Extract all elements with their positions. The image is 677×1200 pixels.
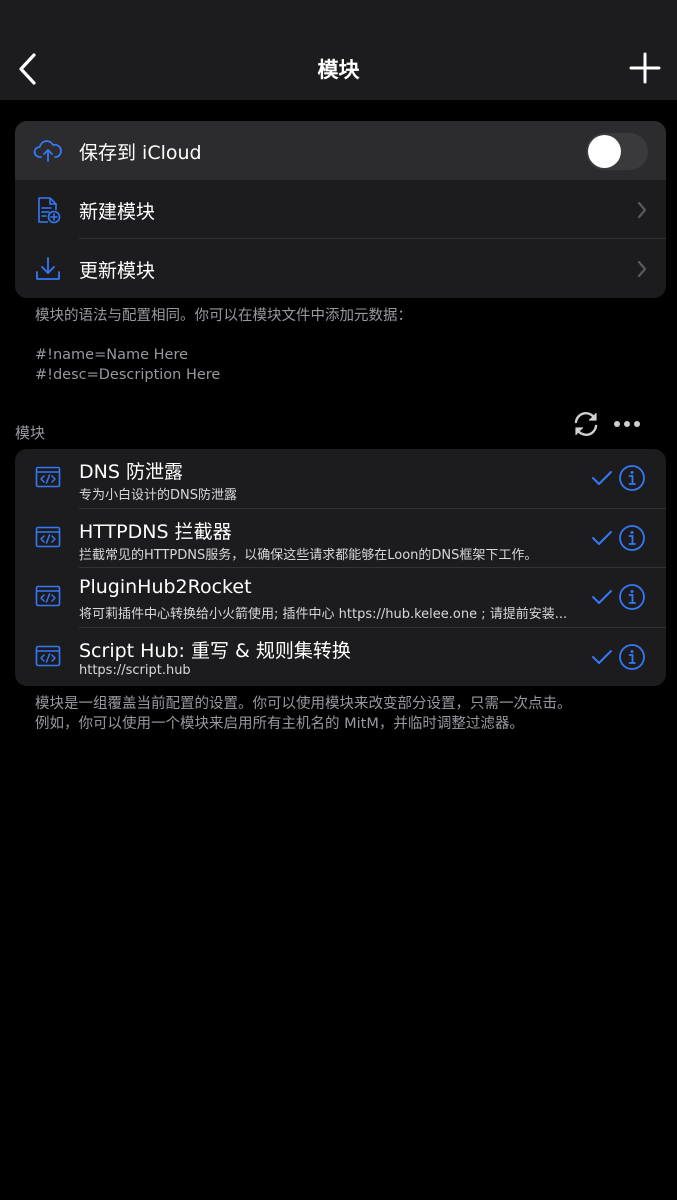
update-module-label: 更新模块 [79,260,156,282]
module-title: PluginHub2Rocket [79,576,252,598]
new-module-row[interactable]: 新建模块 [15,180,666,239]
module-subtitle: 专为小白设计的DNS防泄露 [79,488,237,503]
info-icon[interactable] [618,464,646,492]
icloud-row: 保存到 iCloud [15,121,666,180]
new-document-icon [33,195,63,225]
checkmark-icon [591,648,613,666]
module-title: DNS 防泄露 [79,461,183,483]
module-subtitle: https://script.hub [79,662,191,678]
module-row[interactable]: DNS 防泄露 专为小白设计的DNS防泄露 [15,449,666,509]
modules-list: DNS 防泄露 专为小白设计的DNS防泄露 HTTPDNS 拦截器 拦截常见的H… [15,449,666,686]
module-subtitle: 将可莉插件中心转换给小火箭使用; 插件中心 https://hub.kelee.… [79,607,568,622]
download-icon [33,254,63,284]
code-file-icon [35,526,61,548]
navigation-bar: 模块 [0,0,677,100]
code-file-icon [35,466,61,488]
settings-group: 保存到 iCloud 新建模块 更新模块 [15,121,666,298]
update-module-row[interactable]: 更新模块 [15,239,666,298]
more-icon[interactable] [612,414,642,434]
info-icon[interactable] [618,583,646,611]
new-module-label: 新建模块 [79,201,156,223]
module-row[interactable]: HTTPDNS 拦截器 拦截常见的HTTPDNS服务，以确保这些请求都能够在Lo… [15,509,666,568]
modules-section-header: 模块 [15,424,46,442]
chevron-right-icon [636,200,648,220]
info-icon[interactable] [618,643,646,671]
module-row[interactable]: PluginHub2Rocket 将可莉插件中心转换给小火箭使用; 插件中心 h… [15,568,666,628]
refresh-icon[interactable] [571,410,601,438]
checkmark-icon [591,588,613,606]
module-title: HTTPDNS 拦截器 [79,520,232,543]
checkmark-icon [591,469,613,487]
chevron-right-icon [636,259,648,279]
cloud-upload-icon [33,136,63,166]
code-file-icon [35,585,61,607]
module-row[interactable]: Script Hub: 重写 & 规则集转换 https://script.hu… [15,628,666,687]
code-file-icon [35,645,61,667]
icloud-label: 保存到 iCloud [79,142,202,164]
info-icon[interactable] [618,524,646,552]
footnote-line: #!desc=Description Here [35,366,221,383]
footnote-line: 例如，你可以使用一个模块来启用所有主机名的 MitM，并临时调整过滤器。 [35,715,524,732]
plus-icon[interactable] [627,48,663,88]
settings-footnote: 模块的语法与配置相同。你可以在模块文件中添加元数据： #!name=Name H… [35,307,412,385]
footnote-line: #!name=Name Here [35,347,189,363]
page-title: 模块 [317,58,360,82]
toggle-knob [588,135,621,168]
module-subtitle: 拦截常见的HTTPDNS服务，以确保这些请求都能够在Loon的DNS框架下工作。 [79,547,538,563]
checkmark-icon [591,529,613,547]
modules-footnote: 模块是一组覆盖当前配置的设置。你可以使用模块来改变部分设置，只需一次点击。 例如… [35,695,572,734]
footnote-line: 模块是一组覆盖当前配置的设置。你可以使用模块来改变部分设置，只需一次点击。 [35,696,572,712]
icloud-toggle[interactable] [586,133,648,170]
footnote-line: 模块的语法与配置相同。你可以在模块文件中添加元数据： [35,308,412,324]
modules-page: 模块 保存到 iCloud 新建模块 更新模块 模块的语法与配置相同。你可以在模… [0,0,677,1200]
module-title: Script Hub: 重写 & 规则集转换 [79,639,351,662]
